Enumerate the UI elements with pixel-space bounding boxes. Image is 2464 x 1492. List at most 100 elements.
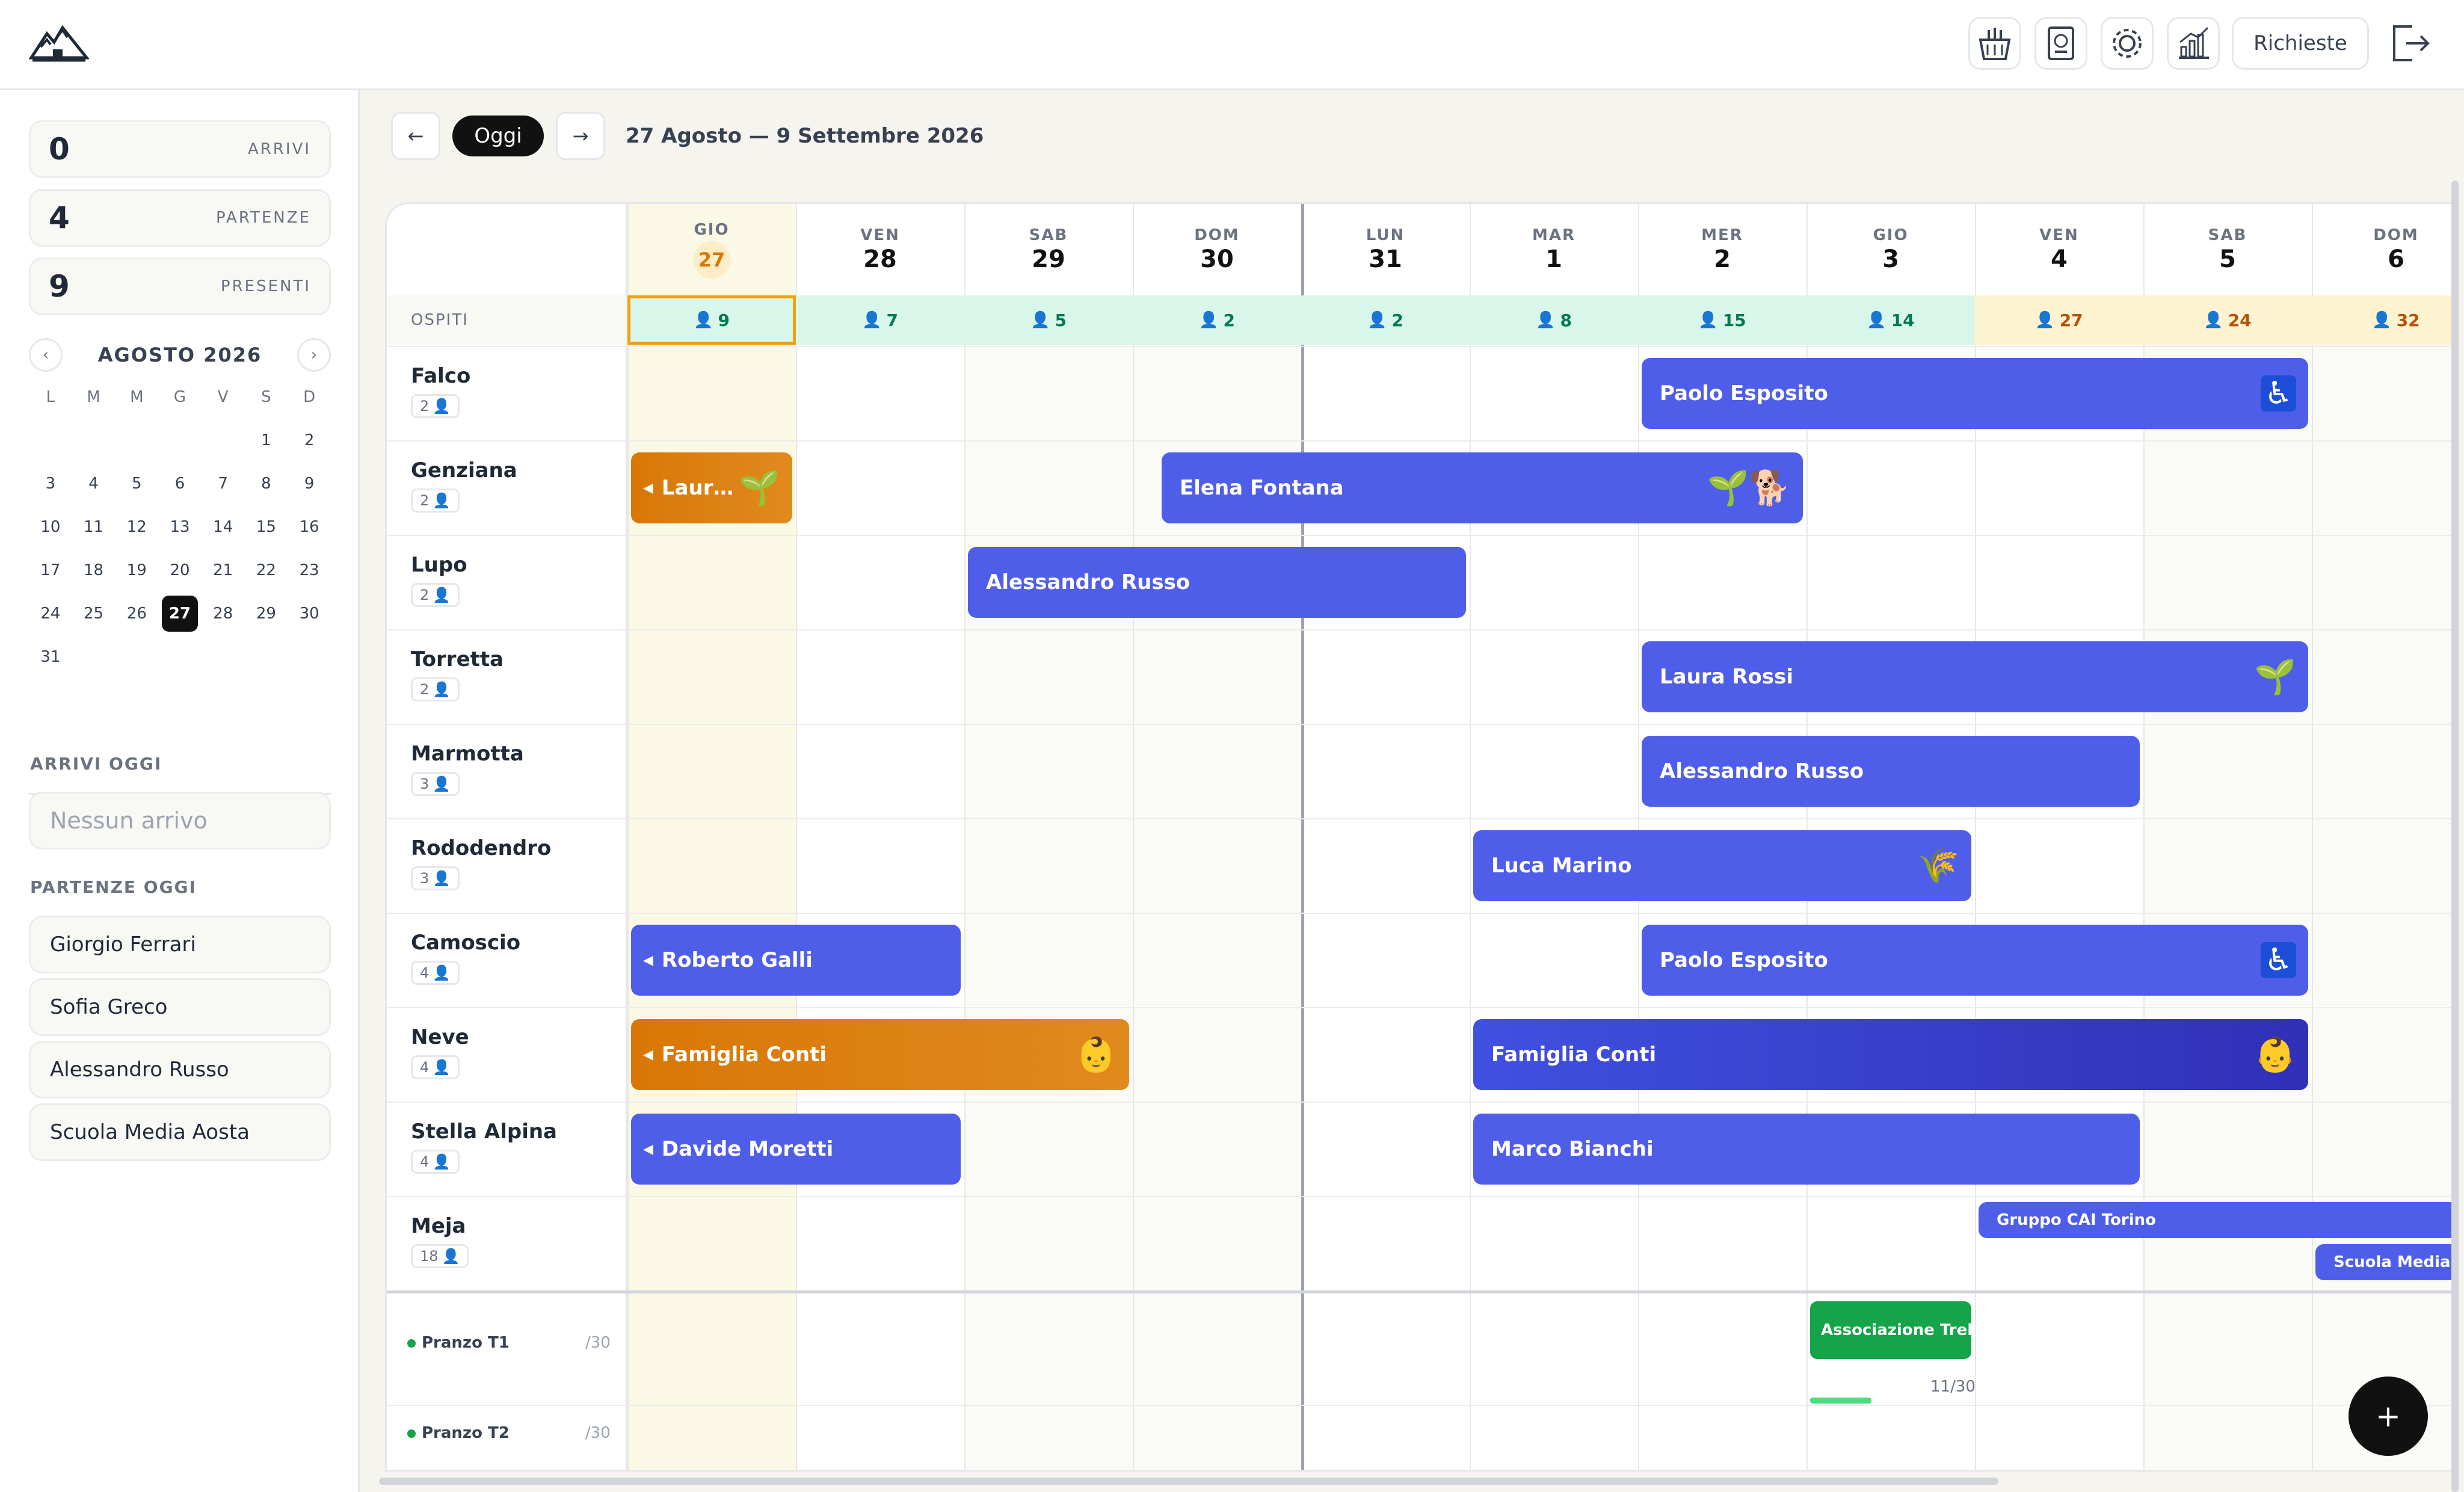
room-name[interactable]: Marmotta — [411, 742, 524, 766]
row-line — [387, 1007, 2451, 1008]
booking-bar[interactable]: ◀ Roberto Galli — [631, 925, 961, 996]
booking-bar[interactable]: ◀ Laur… 🌱 — [631, 452, 792, 523]
logout-icon[interactable] — [2383, 17, 2436, 70]
calendar-day[interactable]: 6 — [158, 466, 202, 502]
prev-period-button[interactable]: ← — [391, 112, 440, 160]
day-header[interactable]: SAB 29 — [964, 204, 1133, 295]
calendar-day[interactable]: 19 — [115, 552, 158, 588]
day-header[interactable]: MAR 1 — [1470, 204, 1638, 295]
guest-count: 2 — [1223, 310, 1235, 330]
room-name[interactable]: Camoscio — [411, 931, 520, 955]
departure-item[interactable]: Sofia Greco — [29, 978, 331, 1036]
today-button[interactable]: Oggi — [452, 116, 544, 156]
day-header[interactable]: MER 2 — [1638, 204, 1806, 295]
calendar-day[interactable]: 30 — [288, 596, 331, 632]
calendar-prev-button[interactable]: ‹ — [29, 338, 63, 372]
row-line — [387, 724, 2451, 725]
room-name[interactable]: Lupo — [411, 553, 467, 577]
calendar-day[interactable]: 23 — [288, 552, 331, 588]
departure-item[interactable]: Giorgio Ferrari — [29, 916, 331, 973]
meal-slot-capacity: /30 — [585, 1424, 611, 1442]
calendar-day[interactable]: 22 — [245, 552, 288, 588]
room-name[interactable]: Rododendro — [411, 836, 551, 860]
departure-item[interactable]: Scuola Media Aosta — [29, 1103, 331, 1161]
booking-bar[interactable]: ◀ Famiglia Conti 👶 — [631, 1019, 1129, 1090]
calendar-day[interactable]: 5 — [115, 466, 158, 502]
calendar-day[interactable]: 2 — [288, 422, 331, 458]
day-header[interactable]: GIO 27 — [627, 204, 796, 295]
weekday-header: L — [46, 388, 55, 406]
booking-bar[interactable]: ◀ Davide Moretti — [631, 1114, 961, 1185]
day-header[interactable]: LUN 31 — [1301, 204, 1470, 295]
day-header[interactable]: GIO 3 — [1806, 204, 1975, 295]
calendar-day[interactable]: 26 — [115, 596, 158, 632]
calendar-day[interactable]: 13 — [158, 509, 202, 545]
booking-bar[interactable]: Luca Marino 🌾 — [1473, 830, 1971, 901]
booking-bar[interactable]: Marco Bianchi — [1473, 1114, 2140, 1185]
calendar-day[interactable]: 12 — [115, 509, 158, 545]
booking-bar[interactable]: Scuola Media Aos — [2315, 1244, 2451, 1280]
horizontal-scrollbar[interactable] — [379, 1478, 1998, 1485]
booking-bar[interactable]: Laura Rossi 🌱 — [1642, 641, 2308, 712]
calendar-day[interactable]: 15 — [245, 509, 288, 545]
booking-bar[interactable]: Gruppo CAI Torino — [1979, 1202, 2451, 1238]
chart-icon[interactable] — [2167, 17, 2220, 70]
booking-bar[interactable]: Famiglia Conti 👶 — [1473, 1019, 2308, 1090]
departure-item[interactable]: Alessandro Russo — [29, 1041, 331, 1099]
guest-count: 8 — [1560, 310, 1572, 330]
calendar-day[interactable]: 17 — [29, 552, 72, 588]
calendar-day[interactable]: 24 — [29, 596, 72, 632]
calendar-day[interactable]: 29 — [245, 596, 288, 632]
room-name[interactable]: Genziana — [411, 458, 517, 482]
calendar-day[interactable]: 9 — [288, 466, 331, 502]
calendar-day[interactable]: 8 — [245, 466, 288, 502]
calendar-day[interactable]: 14 — [202, 509, 245, 545]
calendar-day[interactable]: 3 — [29, 466, 72, 502]
calendar-day[interactable]: 16 — [288, 509, 331, 545]
day-header[interactable]: VEN 28 — [796, 204, 964, 295]
day-header[interactable]: DOM 30 — [1133, 204, 1301, 295]
day-header[interactable]: VEN 4 — [1975, 204, 2143, 295]
room-name[interactable]: Meja — [411, 1214, 466, 1238]
calendar-day[interactable]: 4 — [72, 466, 116, 502]
mountain-logo-icon[interactable] — [29, 23, 89, 65]
passport-icon[interactable] — [2034, 17, 2087, 70]
room-capacity: 3 👤 — [411, 772, 460, 796]
gear-icon[interactable] — [2101, 17, 2154, 70]
departures-stat: 4 PARTENZE — [29, 189, 331, 247]
day-header[interactable]: SAB 5 — [2143, 204, 2312, 295]
booking-bar[interactable]: Alessandro Russo — [968, 547, 1466, 618]
booking-bar[interactable]: Paolo Esposito ♿ — [1642, 358, 2308, 429]
calendar-day[interactable]: 31 — [29, 639, 72, 675]
calendar-day-today[interactable]: 27 — [162, 596, 198, 632]
calendar-day[interactable]: 18 — [72, 552, 116, 588]
calendar-blank — [29, 422, 72, 458]
calendar-day[interactable]: 28 — [202, 596, 245, 632]
vertical-scrollbar[interactable] — [2451, 180, 2459, 1492]
room-name[interactable]: Falco — [411, 364, 470, 388]
row-line — [387, 440, 2451, 442]
week-separator — [1301, 204, 1304, 1470]
calendar-day[interactable]: 20 — [158, 552, 202, 588]
add-booking-button[interactable]: + — [2348, 1376, 2428, 1456]
calendar-day[interactable]: 10 — [29, 509, 72, 545]
calendar-day[interactable]: 1 — [245, 422, 288, 458]
next-period-button[interactable]: → — [556, 112, 605, 160]
calendar-next-button[interactable]: › — [297, 338, 331, 372]
meal-booking-bar[interactable]: Associazione Trekki — [1810, 1301, 1971, 1359]
basket-icon[interactable] — [1968, 17, 2021, 70]
calendar-day[interactable]: 7 — [202, 466, 245, 502]
calendar-day[interactable]: 25 — [72, 596, 116, 632]
booking-bar[interactable]: Alessandro Russo — [1642, 736, 2140, 807]
day-header[interactable]: DOM 6 — [2312, 204, 2451, 295]
room-name[interactable]: Torretta — [411, 647, 504, 671]
booking-bar[interactable]: Paolo Esposito ♿ — [1642, 925, 2308, 996]
room-name[interactable]: Neve — [411, 1025, 469, 1049]
requests-button[interactable]: Richieste — [2232, 17, 2369, 70]
calendar-day[interactable]: 21 — [202, 552, 245, 588]
calendar-day[interactable]: 11 — [72, 509, 116, 545]
guest-count-cell: 👤 2 — [1301, 295, 1470, 345]
room-name[interactable]: Stella Alpina — [411, 1120, 557, 1144]
booking-bar[interactable]: Elena Fontana 🌱🐕 — [1162, 452, 1803, 523]
booking-guest-name: Gruppo CAI Torino — [1997, 1211, 2156, 1229]
